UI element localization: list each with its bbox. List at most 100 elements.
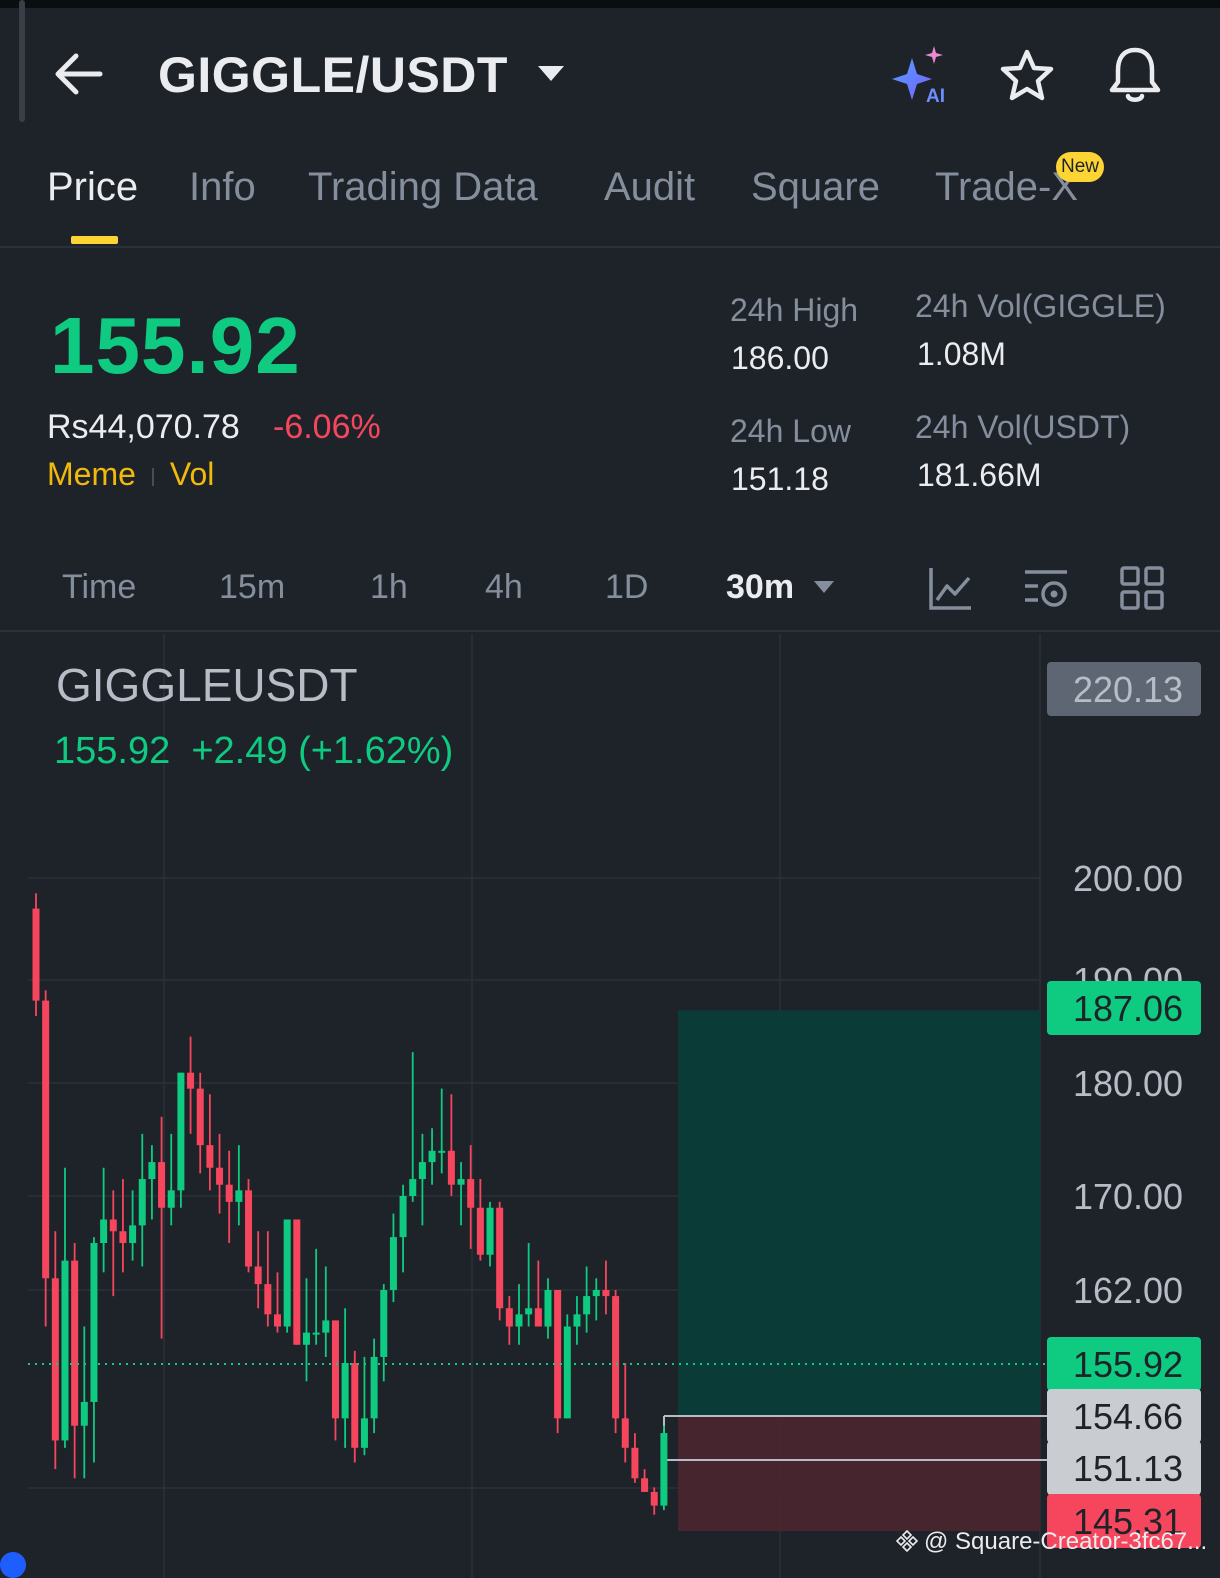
candle-body [476,1207,484,1255]
tag-row: Meme Vol [47,456,214,493]
watermark-text: @ Square-Creator-3fc67... [924,1528,1208,1555]
low-value: 151.18 [731,461,829,497]
svg-text:AI: AI [926,86,945,106]
floating-dot [0,1552,26,1578]
price-axis-label: 200.00 [1073,858,1183,899]
price-tag-label: 154.66 [1073,1396,1183,1437]
grid-layout-icon[interactable] [1118,564,1166,612]
candle-body [554,1290,562,1419]
interval-15m[interactable]: 15m [219,568,285,607]
candlestick-chart[interactable]: 220.13200.00190.00180.00170.00162.00187.… [0,634,1220,1578]
tag-divider [151,467,154,486]
candle-body [264,1284,272,1315]
candle-body [71,1260,79,1426]
candle-body [534,1308,542,1327]
price-tag-label: 151.13 [1073,1448,1183,1489]
interval-4h[interactable]: 4h [485,568,523,607]
take-profit-zone [678,1010,1040,1416]
candle-body [148,1162,156,1180]
candle-body [389,1237,397,1290]
tab-trading-data[interactable]: Trading Data [308,165,538,210]
interval-time[interactable]: Time [62,568,136,607]
pair-title[interactable]: GIGGLE/USDT [158,46,508,104]
alert-bell-icon[interactable] [1104,44,1166,106]
candle-body [283,1219,291,1327]
candle-body [274,1314,281,1327]
candle-body [612,1296,620,1419]
candle-body [235,1190,243,1202]
price-tag-label: 155.92 [1073,1344,1183,1385]
candle-body [341,1363,349,1419]
candle-body [418,1162,426,1180]
price-axis-label: 170.00 [1073,1176,1183,1217]
candle-body [399,1196,407,1238]
candle-body [206,1145,214,1168]
tab-price[interactable]: Price [47,165,138,210]
candle-body [322,1320,330,1333]
candle-body [486,1207,494,1255]
candle-body [447,1150,455,1185]
tab-bar: Price Info Trading Data Audit Square Tra… [0,160,1220,248]
interval-1d[interactable]: 1D [605,568,648,607]
chart-change: 155.92 +2.49 (+1.62%) [54,730,453,773]
candle-body [370,1356,378,1419]
candle-body [660,1433,668,1506]
candle-body [380,1290,388,1357]
interval-bar: Time 15m 1h 4h 1D 30m [0,560,1220,632]
candle-body [515,1314,523,1327]
vol-base-value: 1.08M [917,336,1006,372]
interval-30m-selected[interactable]: 30m [726,568,794,607]
candle-body [641,1478,649,1492]
candle-body [254,1266,262,1285]
candle-body [525,1308,533,1315]
candle-body [90,1243,98,1402]
favorite-star-icon[interactable] [998,48,1056,104]
kline-chart[interactable]: 220.13 200.00 190.00 180.00 170.00 162.00 187.… [0,634,1220,1578]
pair-dropdown-icon[interactable] [538,66,564,81]
indicator-chart-icon[interactable] [926,564,974,612]
tag-meme[interactable]: Meme [47,456,136,492]
candle-body [573,1314,581,1327]
price-tag-label: 187.06 [1073,988,1183,1029]
candle-body [196,1088,204,1146]
candle-body [119,1231,127,1243]
interval-1h[interactable]: 1h [370,568,408,607]
stop-loss-zone [678,1416,1040,1531]
candle-body [109,1219,117,1232]
binance-logo-icon [896,1530,918,1552]
tab-audit[interactable]: Audit [604,165,695,210]
candle-body [331,1320,339,1419]
candle-body [100,1219,108,1243]
tab-square[interactable]: Square [751,165,880,210]
candle-body [583,1296,591,1315]
candle-body [621,1418,629,1448]
new-badge: New [1056,152,1104,182]
low-label: 24h Low [730,413,851,449]
tag-vol[interactable]: Vol [170,456,214,492]
back-arrow-icon[interactable] [52,50,106,98]
candle-body [467,1179,475,1208]
ai-sparkle-icon[interactable]: AI [888,44,954,106]
candle-body [360,1418,368,1448]
high-value: 186.00 [731,340,829,376]
candle-body [216,1167,224,1185]
candle-body [158,1162,166,1208]
candle-body [51,1278,59,1441]
price-axis-label: 180.00 [1073,1063,1183,1104]
vol-base-label: 24h Vol(GIGGLE) [915,288,1166,324]
change-percent: -6.06% [273,408,381,446]
candle-body [496,1207,504,1309]
candle-body [544,1290,552,1327]
candle-body [138,1179,146,1226]
tab-info[interactable]: Info [189,165,256,210]
candle-body [167,1190,175,1208]
chart-settings-icon[interactable] [1022,564,1070,612]
candle-body [302,1332,310,1345]
candle-body [61,1260,69,1441]
candle-body [80,1401,88,1426]
interval-dropdown-icon[interactable] [814,581,834,593]
price-axis-label: 220.13 [1073,669,1183,710]
chart-symbol: GIGGLEUSDT [56,659,358,711]
candle-body [351,1363,359,1448]
status-bar [0,0,1220,8]
